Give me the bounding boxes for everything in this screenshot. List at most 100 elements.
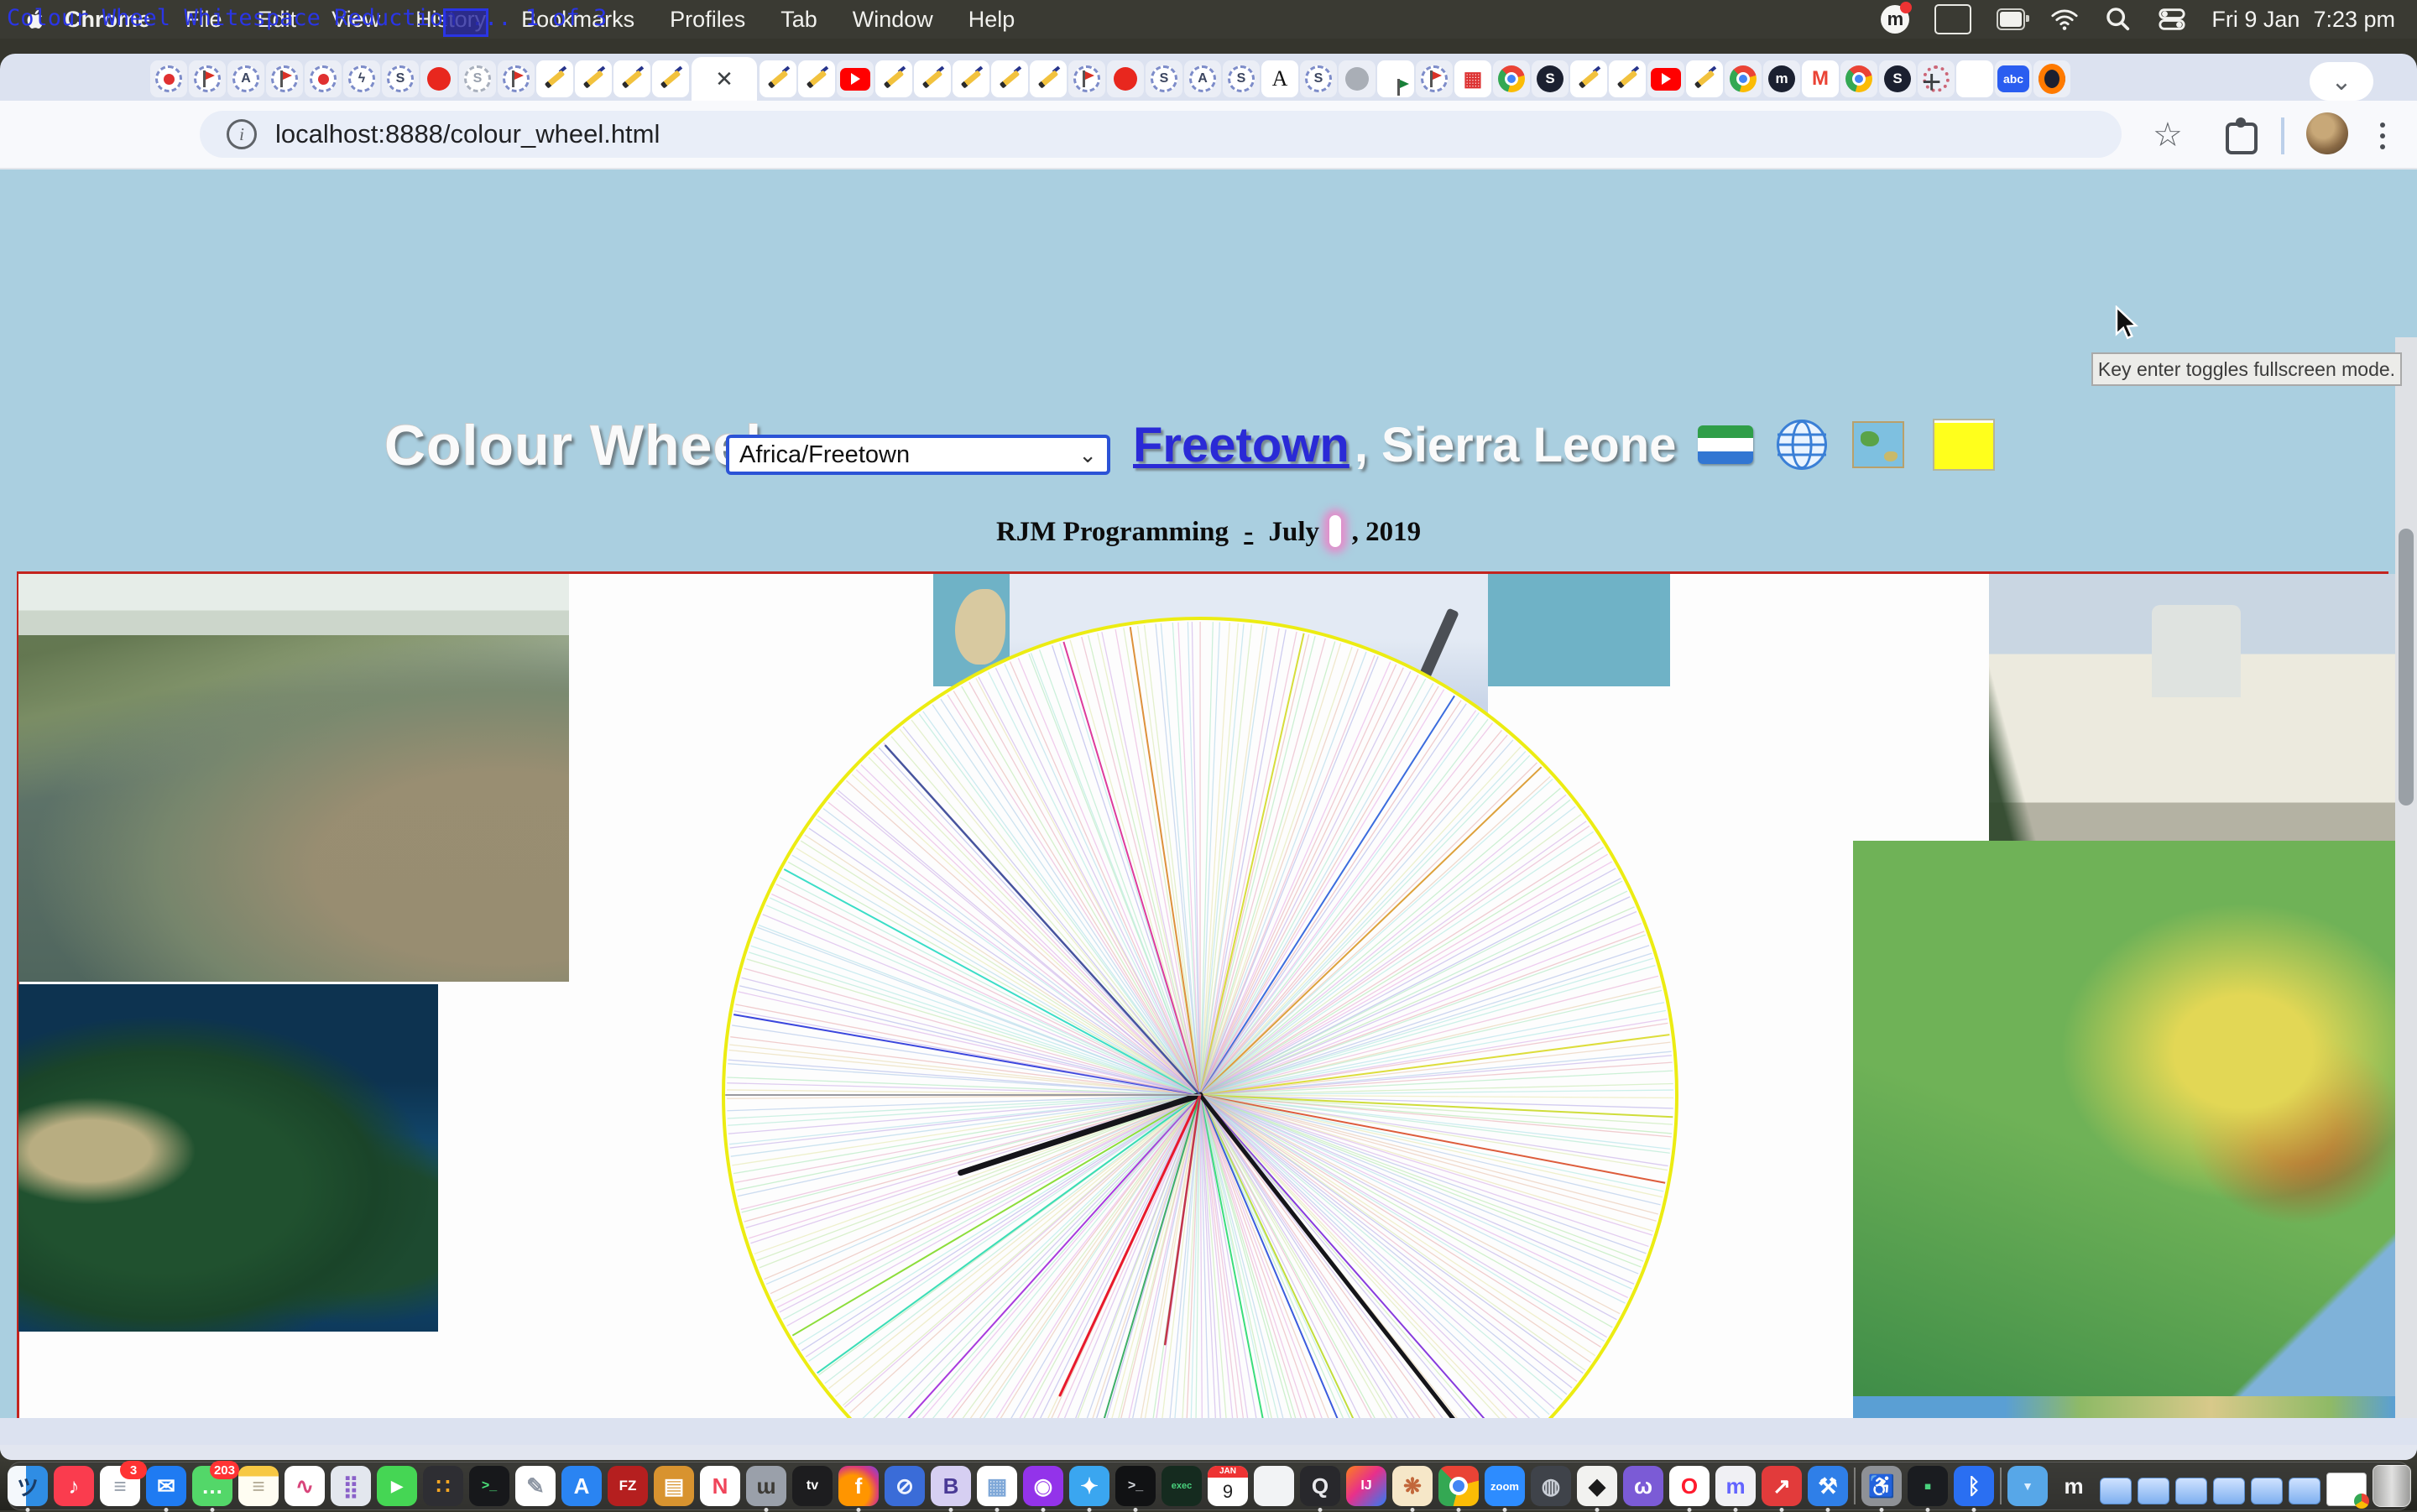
dock-icon-podcasts[interactable]: ◉ [1023,1466,1063,1506]
active-tab[interactable]: ✕ [692,57,757,101]
dock-icon-builder-app[interactable]: ⚒ [1808,1466,1848,1506]
tab-pencil[interactable] [1570,60,1607,97]
dock-icon-art-palette[interactable]: ❋ [1392,1466,1433,1506]
keyboard-status-icon[interactable] [1934,4,1971,34]
dock-icon-minimized-window[interactable] [2251,1478,2283,1504]
timezone-select[interactable]: Africa/Freetown ⌄ [726,435,1110,475]
tab-pencil[interactable] [1030,60,1067,97]
tab-pencil[interactable] [613,60,650,97]
tab-pencil[interactable] [575,60,612,97]
new-tab-button[interactable]: + [1922,64,1941,102]
close-tab-icon[interactable]: ✕ [715,66,733,92]
tab-pencil[interactable] [652,60,689,97]
dock-icon-apple-tv[interactable]: tv [792,1466,833,1506]
yellow-colour-swatch[interactable] [1933,419,1995,471]
menu-item-tab[interactable]: Tab [763,7,835,33]
wifi-icon[interactable] [2050,5,2079,34]
tab-o-dark[interactable] [2033,60,2070,97]
extensions-puzzle-icon[interactable] [2226,123,2258,154]
tab-s-dark[interactable]: S [1879,60,1916,97]
tab-dashed-s[interactable]: S [1146,60,1182,97]
dock-icon-freeform[interactable]: ∿ [285,1466,325,1506]
tab-pencil[interactable] [798,60,835,97]
mahjong-status-icon[interactable]: m [1881,5,1909,34]
tab-dashed-s[interactable]: S [1223,60,1260,97]
dock-icon-bluetooth[interactable]: ᛒ [1954,1466,1994,1506]
dock-icon-chrome[interactable] [1438,1466,1479,1506]
dock-icon-trash[interactable] [2373,1465,2411,1507]
tab-blank[interactable] [1956,60,1993,97]
control-center-icon[interactable] [2158,5,2186,34]
sierra-leone-flag-icon[interactable] [1698,425,1753,464]
battery-icon[interactable] [1997,8,2025,30]
dock-icon-intellij[interactable]: IJ [1346,1466,1386,1506]
bookmark-star-icon[interactable]: ☆ [2153,116,2183,154]
menu-item-profiles[interactable]: Profiles [652,7,763,33]
tab-dashed-golf[interactable] [1416,60,1453,97]
dock-icon-calendar[interactable]: JAN9 [1208,1466,1248,1506]
dock-icon-iterm[interactable]: >_ [1115,1466,1156,1506]
tab-dashed-s[interactable]: S [382,60,419,97]
tab-overflow-button[interactable]: ⌄ [2310,62,2373,101]
menu-item-help[interactable]: Help [951,7,1033,33]
tab-pencil[interactable] [760,60,796,97]
tab-dashed-golf[interactable] [1068,60,1105,97]
tab-youtube[interactable] [1647,60,1684,97]
colour-wheel[interactable] [713,608,1687,1418]
tab-pencil[interactable] [536,60,573,97]
dock-icon-downloads-folder[interactable]: ▼ [2007,1466,2048,1506]
dock-icon-launchpad[interactable]: ⣿ [331,1466,371,1506]
dock-icon-facetime[interactable]: ▶ [377,1466,417,1506]
freetown-link[interactable]: Freetown [1133,417,1349,473]
spotlight-search-icon[interactable] [2104,5,2132,34]
dock-icon-settings-grid-app[interactable]: ◍ [1531,1466,1571,1506]
tab-dashed-golf[interactable] [498,60,535,97]
dock-icon-cat-app[interactable]: ω [1623,1466,1663,1506]
tab-pencil[interactable] [991,60,1028,97]
dock-icon-minimized-window[interactable] [2213,1478,2245,1504]
dock-icon-notes[interactable]: ≡ [238,1466,279,1506]
profile-avatar[interactable] [2306,112,2348,154]
tab-dashed-s-gray[interactable]: S [459,60,496,97]
dock-icon-mail[interactable]: ✉ [146,1466,186,1506]
dock-icon-zoom[interactable]: zoom [1485,1466,1525,1506]
dock-icon-focus-blocked-app[interactable]: ⊘ [885,1466,925,1506]
dock-icon-news[interactable]: N [700,1466,740,1506]
tab-pencil[interactable] [953,60,989,97]
dock-icon-mammoth[interactable]: m [1715,1466,1756,1506]
dock-icon-messages[interactable]: …203 [192,1466,232,1506]
globe-icon[interactable] [1777,420,1827,470]
tab-golf-green[interactable] [1377,60,1414,97]
tab-s-dark[interactable]: S [1532,60,1569,97]
dock-icon-firefox[interactable]: f [838,1466,879,1506]
tab-abc-blue[interactable]: abc [1995,60,2032,97]
dock-icon-reminders[interactable]: ≡3 [100,1466,140,1506]
dock-icon-mini-terminal[interactable]: ▪ [1908,1466,1948,1506]
tab-globe-gray[interactable] [1339,60,1376,97]
dock-icon-bbedit[interactable]: B [931,1466,971,1506]
tab-dashed-s[interactable]: S [1300,60,1337,97]
tab-chrome[interactable] [1493,60,1530,97]
menu-item-window[interactable]: Window [835,7,951,33]
dock-icon-compass-app[interactable]: ↗ [1762,1466,1802,1506]
dock-icon-database-app[interactable]: ▤ [654,1466,694,1506]
dock-icon-blank-window[interactable] [1254,1466,1294,1506]
tab-dashed-golf[interactable] [189,60,226,97]
tab-chrome[interactable] [1725,60,1762,97]
dock-icon-minimized-window[interactable] [2100,1478,2132,1504]
dock-icon-filezilla[interactable]: FZ [608,1466,648,1506]
dock-icon-accessibility-app[interactable]: ♿ [1861,1466,1902,1506]
tab-pencil[interactable] [1609,60,1646,97]
dock-icon-minimized-window[interactable] [2138,1478,2169,1504]
tab-dashed-a[interactable]: A [227,60,264,97]
dock-icon-app-store[interactable]: A [561,1466,602,1506]
world-map-icon[interactable] [1852,421,1904,468]
dock-icon-minimized-window[interactable] [2175,1478,2207,1504]
dock-icon-mammoth-mini[interactable]: m [2054,1466,2094,1506]
site-info-icon[interactable]: i [227,119,257,149]
dock-icon-inkscape[interactable]: ◆ [1577,1466,1617,1506]
tab-serif-a[interactable]: A [1261,60,1298,97]
dock-icon-opera[interactable]: O [1669,1466,1710,1506]
dock-icon-safari[interactable]: ✦ [1069,1466,1109,1506]
dock-icon-terminal[interactable]: >_ [469,1466,509,1506]
